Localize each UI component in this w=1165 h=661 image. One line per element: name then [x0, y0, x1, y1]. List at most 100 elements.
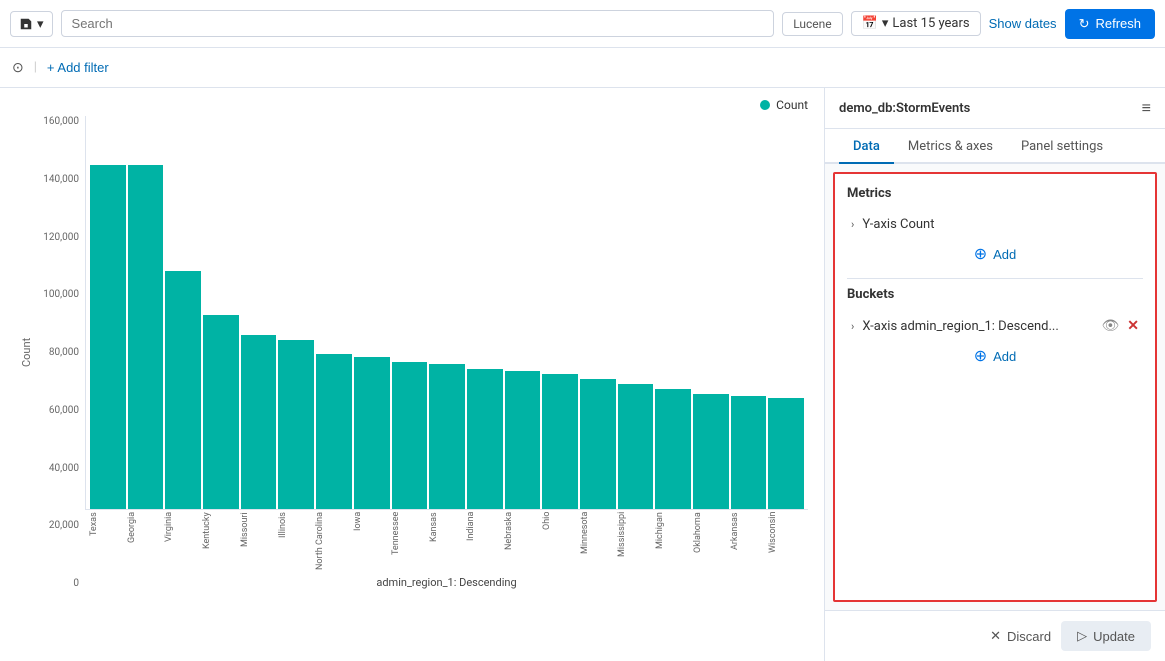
y-axis: 160,000140,000120,000100,00080,00060,000…	[33, 116, 85, 589]
x-axis-label: Ohio	[542, 512, 578, 572]
x-axis-label: Nebraska	[504, 512, 540, 572]
plus-bucket-icon: ⊕	[974, 346, 987, 366]
save-icon-caret: ▾	[37, 16, 44, 32]
search-input[interactable]	[61, 10, 775, 37]
calendar-icon: 📅	[862, 16, 878, 31]
play-icon: ▷	[1077, 628, 1087, 644]
y-axis-tick: 40,000	[49, 463, 79, 474]
chart-content: TexasGeorgiaVirginiaKentuckyMissouriIlli…	[85, 116, 808, 589]
discard-button[interactable]: ✕ Discard	[990, 628, 1051, 644]
bar[interactable]	[580, 379, 616, 509]
bar[interactable]	[467, 369, 503, 509]
discard-x-icon: ✕	[990, 628, 1001, 644]
y-axis-tick: 120,000	[43, 232, 79, 243]
panel-tab-metrics-&-axes[interactable]: Metrics & axes	[894, 129, 1007, 164]
buckets-section-title: Buckets	[847, 287, 1143, 302]
chart-area: Count 160,000140,000120,000100,00080,000…	[16, 116, 808, 589]
panel-body: Metrics › Y-axis Count ⊕ Add Buckets › X…	[833, 172, 1157, 602]
lucene-badge: Lucene	[782, 12, 842, 36]
add-metric-label: Add	[993, 247, 1016, 262]
x-axis-label: Mississippi	[617, 512, 653, 572]
show-dates-button[interactable]: Show dates	[989, 16, 1057, 31]
refresh-button[interactable]: ↻ Refresh	[1065, 9, 1155, 39]
y-axis-tick: 60,000	[49, 405, 79, 416]
x-axis-label: Missouri	[240, 512, 276, 572]
bar[interactable]	[542, 374, 578, 509]
add-filter-button[interactable]: + Add filter	[47, 60, 109, 75]
legend-dot	[760, 100, 770, 110]
refresh-icon: ↻	[1079, 16, 1090, 32]
bucket-item-left: › X-axis admin_region_1: Descend...	[851, 319, 1059, 334]
update-button[interactable]: ▷ Update	[1061, 621, 1151, 651]
save-icon	[19, 17, 33, 31]
x-axis-label: Oklahoma	[693, 512, 729, 572]
x-labels: TexasGeorgiaVirginiaKentuckyMissouriIlli…	[85, 512, 808, 572]
time-range-label: Last 15 years	[892, 16, 969, 31]
update-label: Update	[1093, 629, 1135, 644]
y-axis-tick: 100,000	[43, 289, 79, 300]
right-panel: demo_db:StormEvents ≡ DataMetrics & axes…	[825, 88, 1165, 661]
main-area: Count Count 160,000140,000120,000100,000…	[0, 88, 1165, 661]
bucket-item: › X-axis admin_region_1: Descend... 👁 ✕	[847, 312, 1143, 340]
plus-icon: ⊕	[974, 244, 987, 264]
metric-item[interactable]: › Y-axis Count	[847, 211, 1143, 238]
panel-tab-data[interactable]: Data	[839, 129, 894, 164]
x-axis-label: Virginia	[164, 512, 200, 572]
bucket-chevron-icon[interactable]: ›	[851, 320, 854, 333]
y-axis-tick: 0	[73, 578, 79, 589]
discard-label: Discard	[1007, 629, 1051, 644]
bar[interactable]	[731, 396, 767, 509]
remove-bucket-icon[interactable]: ✕	[1127, 318, 1139, 334]
bucket-label: X-axis admin_region_1: Descend...	[862, 319, 1058, 334]
metrics-section-title: Metrics	[847, 186, 1143, 201]
panel-tab-panel-settings[interactable]: Panel settings	[1007, 129, 1117, 164]
bar[interactable]	[128, 165, 164, 509]
bucket-item-actions: 👁 ✕	[1101, 318, 1139, 334]
chevron-right-icon: ›	[851, 218, 854, 231]
x-axis-title: admin_region_1: Descending	[85, 576, 808, 589]
bar[interactable]	[618, 384, 654, 509]
x-axis-label: Texas	[89, 512, 125, 572]
x-axis-label: Iowa	[353, 512, 389, 572]
add-bucket-button[interactable]: ⊕ Add	[847, 340, 1143, 372]
panel-title: demo_db:StormEvents	[839, 101, 970, 116]
x-axis-label: Michigan	[655, 512, 691, 572]
bar[interactable]	[768, 398, 804, 509]
time-picker[interactable]: 📅 ▾ Last 15 years	[851, 11, 981, 36]
y-axis-tick: 20,000	[49, 520, 79, 531]
bars-container	[85, 116, 808, 510]
bar[interactable]	[90, 165, 126, 509]
y-axis-tick: 80,000	[49, 347, 79, 358]
y-axis-label: Count	[16, 116, 33, 589]
x-axis-label: Arkansas	[730, 512, 766, 572]
bar[interactable]	[354, 357, 390, 509]
filter-separator: |	[34, 60, 37, 75]
eye-icon[interactable]: 👁	[1101, 318, 1119, 334]
y-axis-tick: 160,000	[43, 116, 79, 127]
bar[interactable]	[241, 335, 277, 509]
bar[interactable]	[392, 362, 428, 509]
panel-menu-icon[interactable]: ≡	[1142, 98, 1151, 118]
add-bucket-label: Add	[993, 349, 1016, 364]
toolbar: ▾ Lucene 📅 ▾ Last 15 years Show dates ↻ …	[0, 0, 1165, 48]
section-divider	[847, 278, 1143, 279]
filter-bar: ⊙ | + Add filter	[0, 48, 1165, 88]
bar[interactable]	[429, 364, 465, 509]
x-axis-label: Indiana	[466, 512, 502, 572]
panel-tabs: DataMetrics & axesPanel settings	[825, 129, 1165, 164]
bar[interactable]	[165, 271, 201, 509]
x-axis-label: Wisconsin	[768, 512, 804, 572]
x-axis-label: Georgia	[127, 512, 163, 572]
bar[interactable]	[278, 340, 314, 509]
add-metric-button[interactable]: ⊕ Add	[847, 238, 1143, 270]
bar[interactable]	[693, 394, 729, 509]
x-axis-label: Minnesota	[580, 512, 616, 572]
bar[interactable]	[316, 354, 352, 509]
save-button[interactable]: ▾	[10, 11, 53, 37]
bar[interactable]	[505, 371, 541, 509]
bar[interactable]	[655, 389, 691, 509]
filter-icon[interactable]: ⊙	[12, 60, 24, 76]
bar[interactable]	[203, 315, 239, 509]
metric-label: Y-axis Count	[862, 217, 934, 232]
chart-legend: Count	[16, 98, 808, 112]
